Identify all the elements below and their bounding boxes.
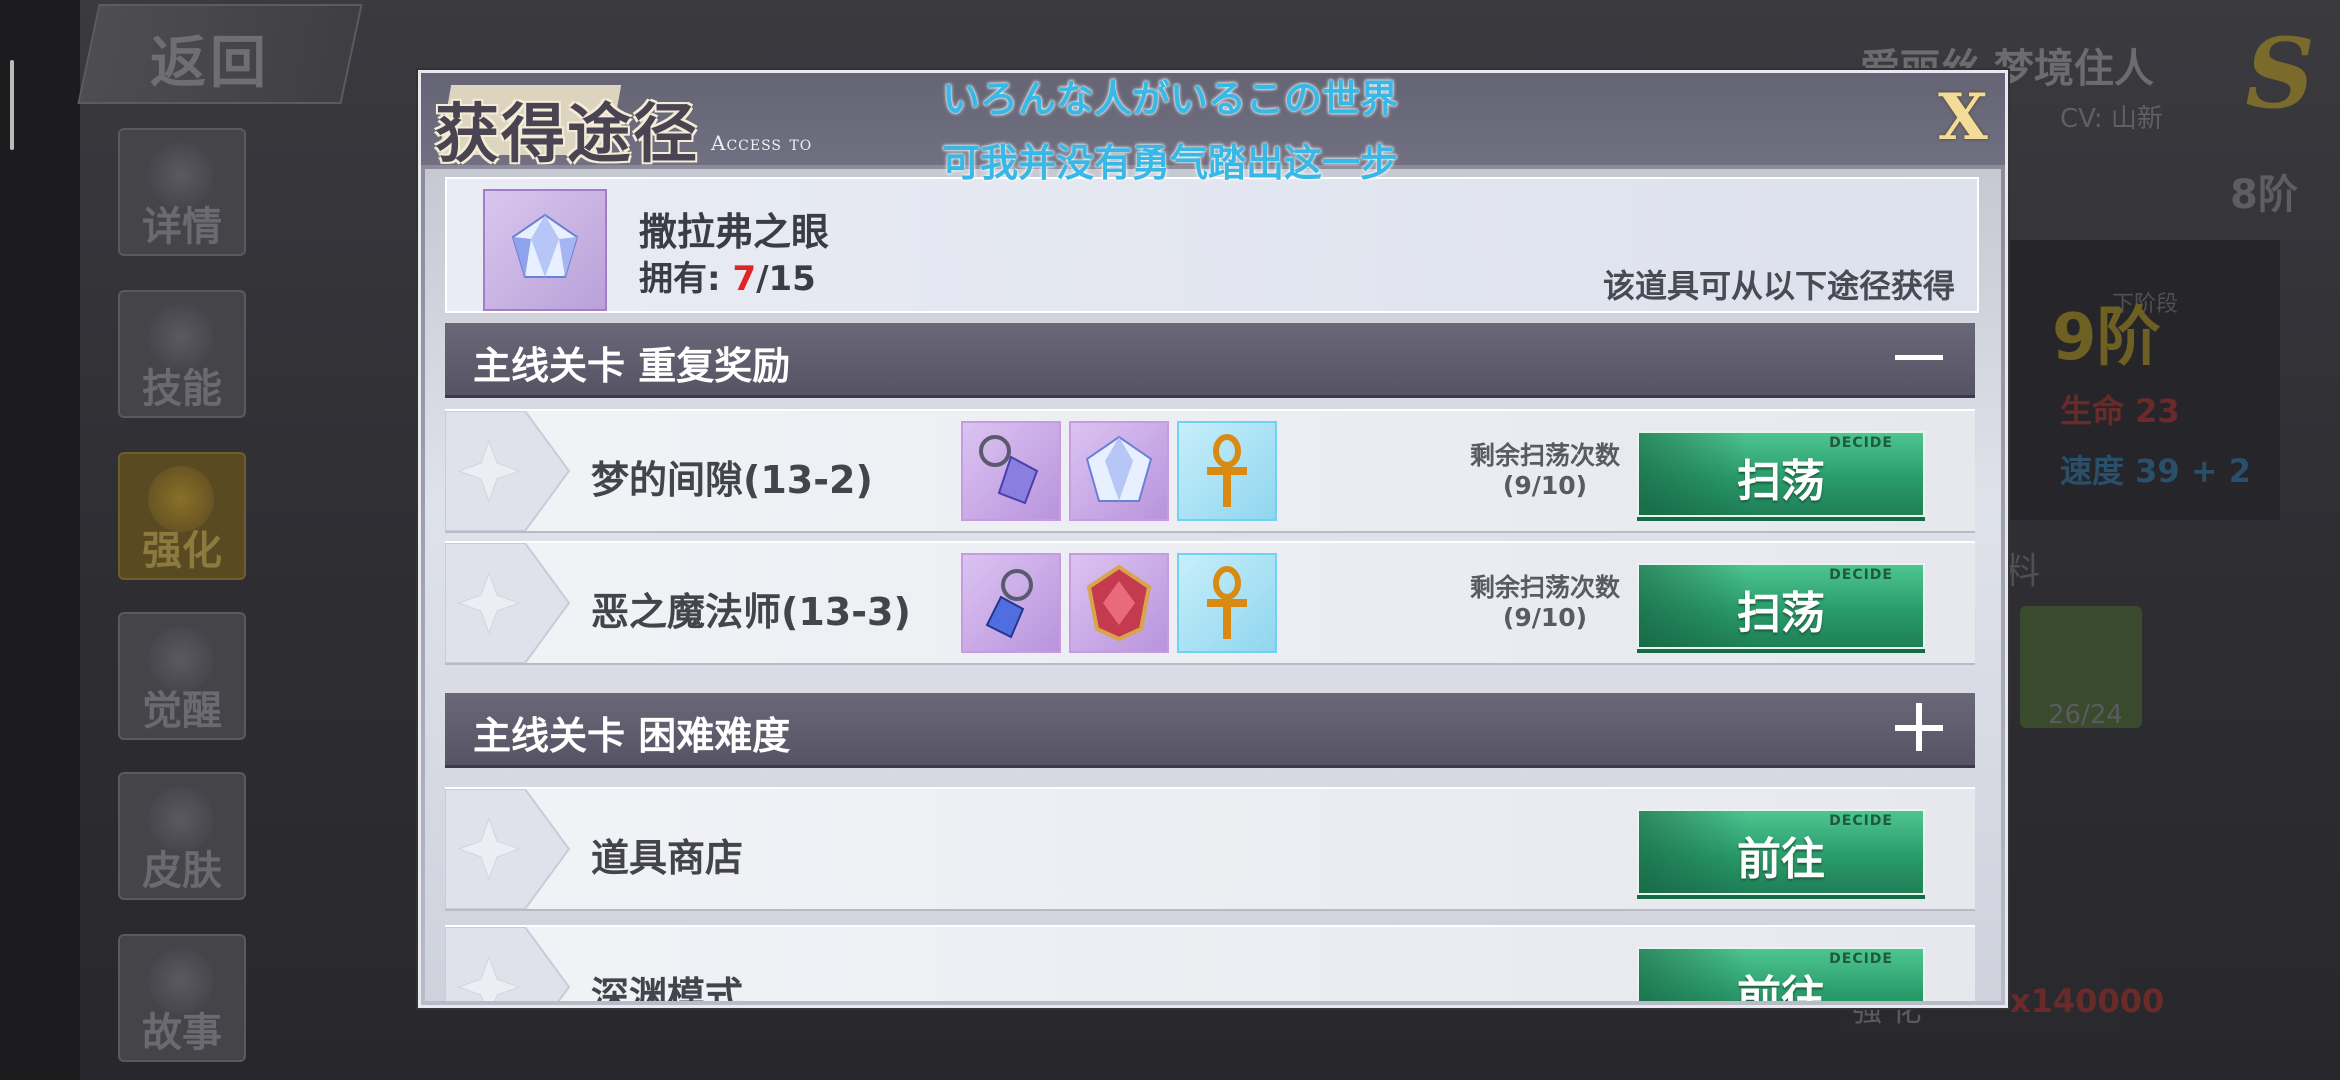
side-tab-enhance[interactable]: 强化 <box>118 452 246 580</box>
dialog-content: 撒拉弗之眼 拥有: 7/15 该道具可从以下途径获得 主线关卡 重复奖励 梦的间… <box>425 169 2001 1001</box>
item-icon-frame <box>483 189 607 311</box>
reward-slot[interactable] <box>961 421 1061 521</box>
sweep-button-label: 扫荡 <box>1737 588 1825 639</box>
source-hint: 该道具可从以下途径获得 <box>1602 267 1955 305</box>
stat-hp: 生命 23 <box>2060 392 2180 430</box>
sweep-remaining-value: (9/10) <box>1502 603 1588 632</box>
ankh-icon <box>1207 566 1247 639</box>
sweep-remaining-value: (9/10) <box>1502 471 1588 500</box>
side-tab-skin[interactable]: 皮肤 <box>118 772 246 900</box>
owned-label: 拥有: <box>639 259 733 299</box>
stat-speed: 速度 39 + 2 <box>2060 452 2252 490</box>
side-tab-label: 觉醒 <box>142 688 222 734</box>
reward-slot[interactable] <box>1069 421 1169 521</box>
crystal-gem-icon <box>1085 435 1153 502</box>
side-tab-story[interactable]: 故事 <box>118 934 246 1062</box>
access-dialog: 获得途径 Access to X 撒拉弗之眼 拥有: 7/15 该道具可从以下途… <box>418 70 2008 1008</box>
route-name: 深渊模式 <box>591 974 744 1001</box>
goto-button[interactable]: DECIDE 前往 <box>1637 947 1925 1001</box>
expand-icon[interactable] <box>1891 699 1947 755</box>
category-main-hard[interactable]: 主线关卡 困难难度 <box>445 693 1975 768</box>
next-tier: 9阶 <box>2052 301 2161 375</box>
ruby-emblem-icon <box>1086 564 1152 642</box>
reward-slot[interactable] <box>1069 553 1169 653</box>
category-main-repeat[interactable]: 主线关卡 重复奖励 <box>445 323 1975 398</box>
route-row-shop: 道具商店 DECIDE 前往 <box>445 787 1975 911</box>
crystal-gem-icon <box>511 213 579 278</box>
goto-button[interactable]: DECIDE 前往 <box>1637 809 1925 895</box>
subtitle-line-1: いろんな人がいるこの世界 <box>941 77 1398 121</box>
route-name: 梦的间隙(13-2) <box>591 458 873 502</box>
item-owned: 拥有: 7/15 <box>639 251 816 300</box>
enhance-cost-value: x140000 <box>2010 982 2165 1020</box>
side-tab-label: 强化 <box>142 528 222 574</box>
sweep-remaining: 剩余扫荡次数 (9/10) <box>1455 441 1635 501</box>
ankh-icon <box>1207 434 1247 507</box>
sweep-button[interactable]: DECIDE 扫荡 <box>1637 563 1925 649</box>
owned-total: /15 <box>756 259 816 299</box>
sweep-button[interactable]: DECIDE 扫荡 <box>1637 431 1925 517</box>
route-row-13-2: 梦的间隙(13-2) 剩余扫荡次数 (9/10) DECIDE 扫荡 <box>445 409 1975 533</box>
goto-button-label: 前往 <box>1737 834 1825 885</box>
sweep-remaining: 剩余扫荡次数 (9/10) <box>1455 573 1635 633</box>
reward-slot[interactable] <box>961 553 1061 653</box>
category-label: 主线关卡 重复奖励 <box>473 344 791 388</box>
route-row-13-3: 恶之魔法师(13-3) 剩余扫荡次数 (9/10) DECIDE 扫荡 <box>445 541 1975 665</box>
reward-slot[interactable] <box>1177 421 1277 521</box>
side-tab-skill[interactable]: 技能 <box>118 290 246 418</box>
material-count: 26/24 <box>2048 700 2123 730</box>
goto-button-label: 前往 <box>1737 972 1825 1001</box>
collapse-icon[interactable] <box>1891 329 1947 385</box>
item-name: 撒拉弗之眼 <box>639 210 830 254</box>
side-tab-awaken[interactable]: 觉醒 <box>118 612 246 740</box>
subtitle-line-2: 可我并没有勇气踏出这一步 <box>941 141 1398 185</box>
stage-chevron-icon <box>445 927 571 1001</box>
sweep-button-label: 扫荡 <box>1737 456 1825 507</box>
route-row-abyss: 深渊模式 DECIDE 前往 <box>445 925 1975 1001</box>
stage-chevron-icon <box>445 789 571 909</box>
amulet-icon <box>979 435 1039 505</box>
side-tab-label: 皮肤 <box>142 848 222 894</box>
reward-slot[interactable] <box>1177 553 1277 653</box>
owned-count: 7 <box>732 259 757 299</box>
sweep-remaining-label: 剩余扫荡次数 <box>1469 573 1620 602</box>
sweep-remaining-label: 剩余扫荡次数 <box>1469 441 1620 470</box>
side-tab-label: 故事 <box>142 1010 222 1056</box>
side-tab-label: 详情 <box>142 204 222 250</box>
side-tab-label: 技能 <box>142 366 222 412</box>
item-card: 撒拉弗之眼 拥有: 7/15 该道具可从以下途径获得 <box>445 177 1979 313</box>
category-label: 主线关卡 困难难度 <box>473 714 791 758</box>
pendant-icon <box>985 569 1033 639</box>
stage-chevron-icon <box>445 411 571 531</box>
stage-chevron-icon <box>445 543 571 663</box>
route-name: 恶之魔法师(13-3) <box>591 590 911 634</box>
route-name: 道具商店 <box>591 836 744 880</box>
